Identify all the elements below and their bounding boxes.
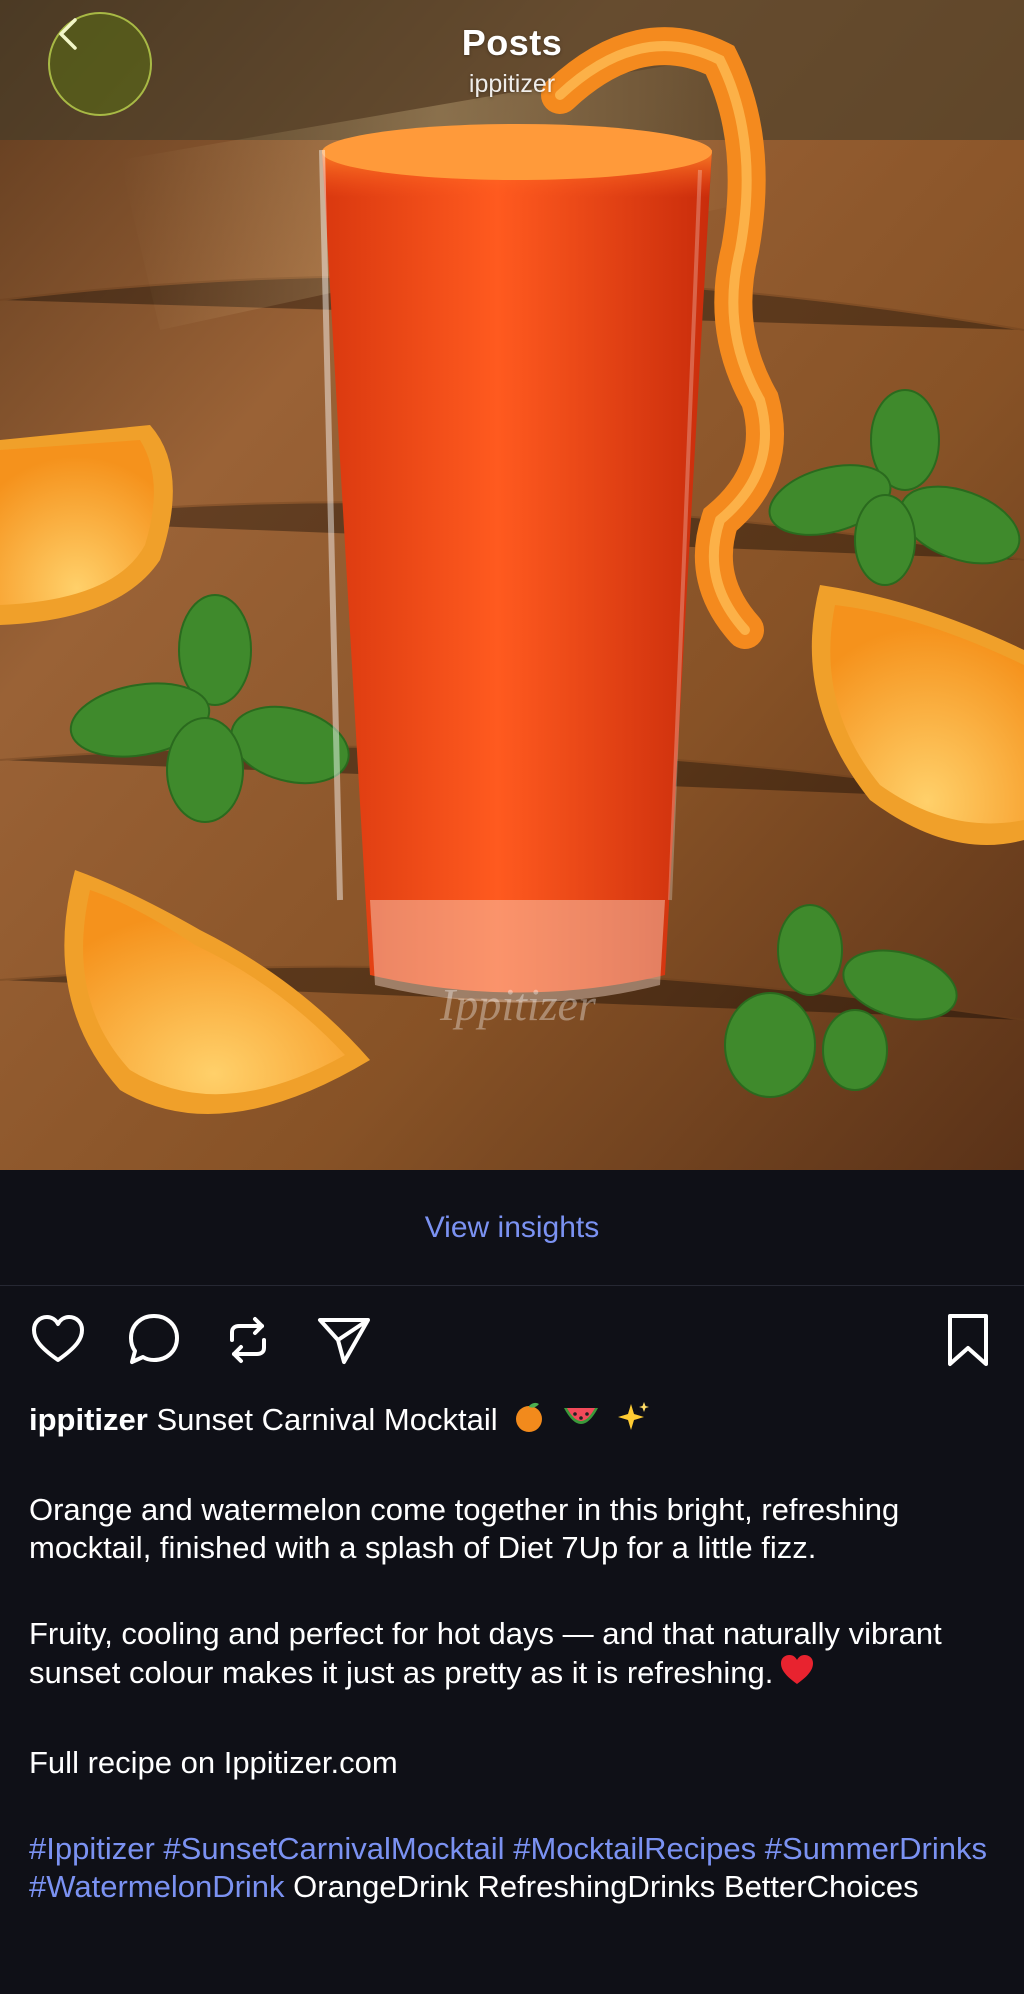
post-caption: ippitizer Sunset Carnival Mocktail Orang… [29, 1400, 995, 1906]
comment-icon [129, 1314, 179, 1364]
mocktail-image: Ippitizer [0, 0, 1024, 1170]
post-actions [0, 1310, 1024, 1376]
caption-username[interactable]: ippitizer [29, 1402, 148, 1437]
orange-emoji [512, 1400, 546, 1443]
caption-paragraph-3: Full recipe on Ippitizer.com [29, 1745, 398, 1780]
red-heart-emoji [779, 1653, 815, 1696]
post-screen: Ippitizer Posts ippitizer View insights [0, 0, 1024, 1994]
hashtag-link[interactable]: #WatermelonDrink [29, 1869, 285, 1904]
caption-paragraph-2: Fruity, cooling and perfect for hot days… [29, 1615, 995, 1696]
page-subtitle: ippitizer [468, 70, 556, 98]
hashtag-link[interactable]: #Ippitizer [29, 1831, 155, 1866]
caption-title-line: ippitizer Sunset Carnival Mocktail [29, 1400, 995, 1443]
watermark: Ippitizer [439, 979, 597, 1030]
hashtag-link[interactable]: #SummerDrinks [765, 1831, 987, 1866]
view-insights-label: View insights [424, 1210, 600, 1244]
repost-icon [230, 1317, 266, 1363]
hashtag-link[interactable]: #MocktailRecipes [513, 1831, 756, 1866]
page-title: Posts [461, 22, 563, 63]
caption-title: Sunset Carnival Mocktail [156, 1402, 498, 1437]
sparkles-emoji [615, 1400, 651, 1443]
post-photo[interactable]: Ippitizer Posts ippitizer [0, 0, 1024, 1170]
hashtag-link[interactable]: #SunsetCarnivalMocktail [163, 1831, 504, 1866]
caption-hashtags: #Ippitizer #SunsetCarnivalMocktail #Mock… [29, 1830, 995, 1906]
caption-paragraph-1: Orange and watermelon come together in t… [29, 1492, 900, 1565]
bookmark-icon [948, 1314, 988, 1366]
share-button[interactable] [314, 1310, 374, 1370]
caption-tail-text: OrangeDrink RefreshingDrinks BetterChoic… [293, 1869, 919, 1904]
like-button[interactable] [28, 1310, 88, 1370]
repost-button[interactable] [218, 1310, 278, 1370]
save-button[interactable] [938, 1310, 998, 1370]
watermelon-emoji [561, 1400, 601, 1443]
comment-button[interactable] [124, 1310, 184, 1370]
view-insights-button[interactable]: View insights [0, 1170, 1024, 1286]
send-icon [318, 1318, 370, 1364]
heart-icon [32, 1315, 84, 1362]
